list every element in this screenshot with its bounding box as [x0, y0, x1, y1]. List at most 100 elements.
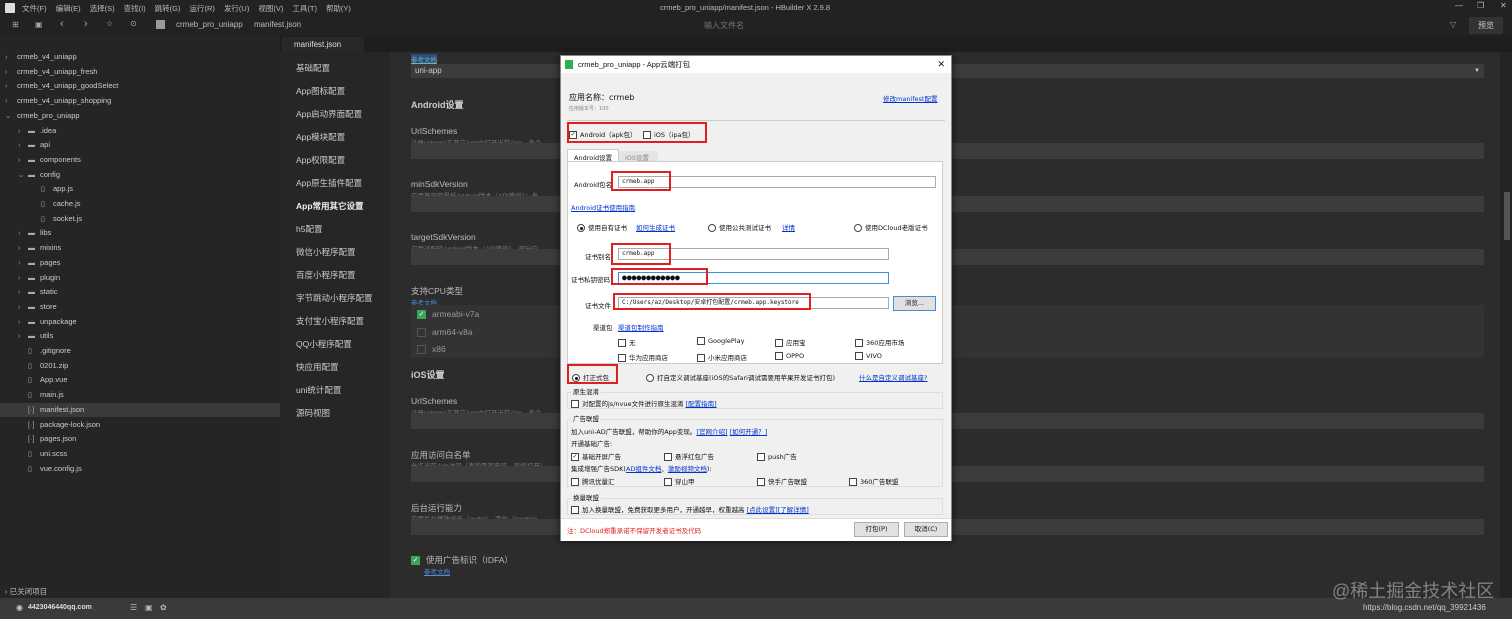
chevron-icon[interactable]: ⌄ — [18, 168, 28, 182]
nav-item[interactable]: 微信小程序配置 — [296, 246, 356, 258]
tree-item[interactable]: [·] pages.json — [0, 432, 76, 446]
user-account[interactable]: 4423046440qq.com — [28, 604, 92, 611]
tree-item[interactable]: › ▬ unpackage — [0, 315, 77, 329]
menu-item[interactable]: 帮助(Y) — [326, 4, 351, 13]
ad-basic-checkbox[interactable]: ✓ 基础开屏广告 — [571, 451, 621, 461]
star-icon[interactable]: ☆ — [106, 19, 113, 28]
save-icon[interactable]: ▣ — [35, 20, 43, 29]
obfuscation-guide-link[interactable]: [配置指南] — [686, 400, 717, 408]
tree-item[interactable]: [·] package-lock.json — [0, 418, 100, 432]
idfa-reference-link[interactable]: 参考文档 — [424, 566, 450, 576]
tree-item[interactable]: › crmeb_v4_uniapp_goodSelect — [0, 79, 118, 93]
radio-dcloud-cert[interactable]: 使用DCloud老版证书 — [854, 222, 928, 232]
tree-item[interactable]: ▯ main.js — [0, 388, 64, 402]
tree-item[interactable]: [·] manifest.json — [0, 402, 280, 417]
custom-base-help-link[interactable]: 什么是自定义调试基座? — [859, 372, 927, 382]
channel-checkbox[interactable]: 华为应用商店 — [618, 352, 668, 362]
cpu-checkbox[interactable]: arm64-v8a — [417, 327, 473, 337]
ad-basic-checkbox[interactable]: 悬浮红包广告 — [664, 451, 714, 461]
tree-item[interactable]: › ▬ pages — [0, 256, 60, 270]
chevron-icon[interactable]: › — [5, 65, 15, 79]
how-generate-cert-link[interactable]: 如何生成证书 — [636, 222, 675, 232]
chevron-icon[interactable]: › — [18, 153, 28, 167]
ad-sdk-checkbox[interactable]: 穿山甲 — [664, 476, 695, 486]
scrollbar[interactable] — [1500, 52, 1512, 598]
menu-item[interactable]: 选择(S) — [90, 4, 115, 13]
tree-item[interactable]: ▯ uni.scss — [0, 447, 67, 461]
swap-settings-link[interactable]: [点此设置] — [747, 506, 778, 514]
channel-checkbox[interactable]: 小米应用商店 — [697, 352, 747, 362]
new-file-icon[interactable]: ⊞ — [12, 20, 19, 29]
cpu-checkbox[interactable]: x86 — [417, 344, 446, 355]
chevron-icon[interactable]: › — [18, 241, 28, 255]
nav-item[interactable]: 基础配置 — [296, 62, 330, 74]
tree-item[interactable]: ▯ App.vue — [0, 373, 68, 387]
menu-item[interactable]: 运行(R) — [190, 4, 215, 13]
chevron-icon[interactable]: › — [5, 94, 15, 108]
breadcrumb-project[interactable]: crmeb_pro_uniapp — [176, 20, 243, 29]
tree-item[interactable]: › crmeb_v4_uniapp_fresh — [0, 65, 97, 79]
reward-video-doc-link[interactable]: 激励视频文档 — [668, 465, 707, 473]
nav-item[interactable]: App原生插件配置 — [296, 177, 362, 189]
back-icon[interactable]: ‹ — [60, 18, 64, 30]
tree-item[interactable]: ▯ 0201.zip — [0, 359, 68, 373]
tree-item[interactable]: › ▬ components — [0, 153, 81, 167]
nav-item[interactable]: App权限配置 — [296, 154, 345, 166]
menu-item[interactable]: 发行(U) — [224, 4, 249, 13]
nav-item[interactable]: App图标配置 — [296, 85, 345, 97]
radio-custom-base[interactable]: 打自定义调试基座(iOS的Safari调试需要用苹果开发证书打包) — [646, 372, 835, 382]
menu-item[interactable]: 文件(F) — [22, 4, 47, 13]
chevron-icon[interactable]: › — [18, 226, 28, 240]
cert-guide-link[interactable]: Android证书使用指南 — [571, 202, 635, 212]
tree-item[interactable]: › ▬ plugin — [0, 271, 60, 285]
channel-checkbox[interactable]: 无 — [618, 337, 636, 347]
chevron-icon[interactable]: › — [18, 256, 28, 270]
tree-item[interactable]: ▯ socket.js — [0, 212, 82, 226]
nav-item[interactable]: 快应用配置 — [296, 361, 339, 373]
channel-guide-link[interactable]: 渠道包制作指南 — [618, 322, 664, 332]
tree-item[interactable]: ⌄ ▬ config — [0, 168, 60, 182]
ad-sdk-checkbox[interactable]: 360广告联盟 — [849, 476, 898, 486]
palette-icon[interactable]: ✿ — [160, 603, 167, 612]
preview-button[interactable]: 预览 — [1469, 17, 1503, 34]
ad-sdk-checkbox[interactable]: 腾讯优量汇 — [571, 476, 615, 486]
maximize-button[interactable]: ❐ — [1477, 1, 1484, 10]
nav-item[interactable]: App常用其它设置 — [296, 200, 364, 212]
tree-item[interactable]: › ▬ utils — [0, 329, 53, 343]
list-icon[interactable]: ☰ — [130, 603, 137, 612]
tree-item[interactable]: › crmeb_v4_uniapp_shopping — [0, 94, 111, 108]
chevron-icon[interactable]: › — [18, 285, 28, 299]
nav-item[interactable]: 支付宝小程序配置 — [296, 315, 364, 327]
menu-item[interactable]: 查找(I) — [124, 4, 146, 13]
tree-item[interactable]: › ▬ store — [0, 300, 57, 314]
swap-details-link[interactable]: [了解详情] — [778, 506, 809, 514]
tree-item[interactable]: ▯ app.js — [0, 182, 73, 196]
breadcrumb-file[interactable]: manifest.json — [254, 20, 301, 29]
ad-basic-checkbox[interactable]: push广告 — [757, 451, 797, 461]
minimize-button[interactable]: — — [1455, 1, 1463, 10]
tree-item[interactable]: › ▬ static — [0, 285, 58, 299]
chevron-icon[interactable]: › — [5, 79, 15, 93]
dialog-close-icon[interactable]: ✕ — [937, 56, 945, 73]
ad-site-link[interactable]: [官网介绍] — [696, 428, 727, 436]
chevron-icon[interactable]: › — [18, 138, 28, 152]
obfuscation-checkbox[interactable]: 对配置的js/nvue文件进行原生混淆 [配置指南] — [571, 398, 717, 408]
nav-item[interactable]: uni统计配置 — [296, 384, 341, 396]
public-cert-details-link[interactable]: 详情 — [782, 222, 795, 232]
run-icon[interactable]: ⊙ — [130, 19, 137, 28]
ad-howto-link[interactable]: [如何开通？] — [730, 428, 768, 436]
ad-sdk-checkbox[interactable]: 快手广告联盟 — [757, 476, 807, 486]
nav-item[interactable]: 百度小程序配置 — [296, 269, 356, 281]
chevron-icon[interactable]: › — [18, 300, 28, 314]
swap-checkbox[interactable]: 加入换量联盟，免费获取更多用户，开通越早，权重越高 [点此设置][了解详情] — [571, 504, 809, 514]
radio-own-cert[interactable]: 使用自有证书 — [577, 222, 627, 232]
menu-item[interactable]: 视图(V) — [258, 4, 283, 13]
chevron-icon[interactable]: › — [5, 50, 15, 64]
tree-item[interactable]: ▯ vue.config.js — [0, 462, 82, 476]
menu-item[interactable]: 工具(T) — [292, 4, 317, 13]
browse-button[interactable]: 浏览... — [893, 296, 936, 311]
console-icon[interactable]: ▣ — [145, 603, 153, 612]
chevron-icon[interactable]: › — [18, 124, 28, 138]
nav-item[interactable]: App模块配置 — [296, 131, 345, 143]
nav-item[interactable]: h5配置 — [296, 223, 322, 235]
